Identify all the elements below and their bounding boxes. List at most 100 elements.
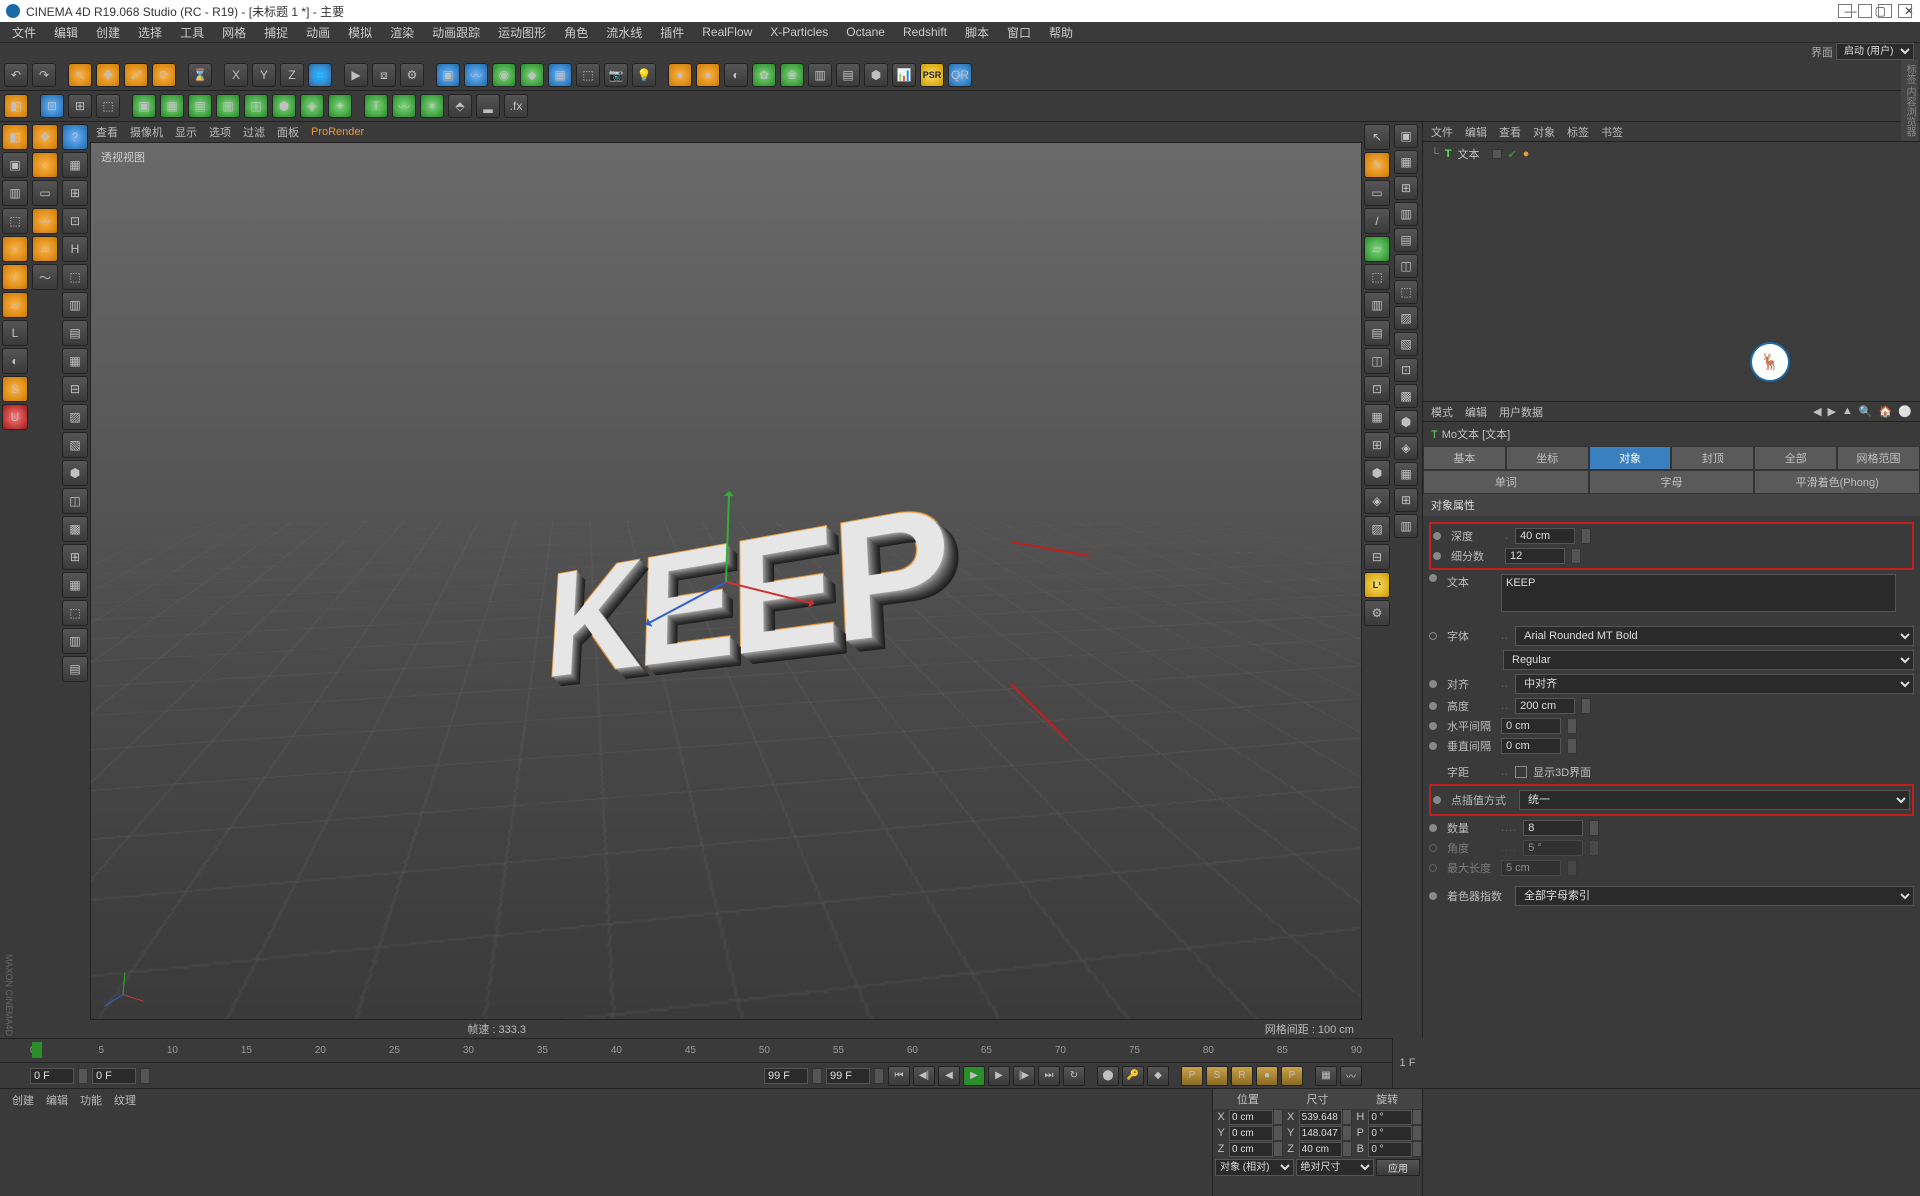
r12[interactable]: ⊞: [1364, 432, 1390, 458]
axis-icon[interactable]: L: [2, 320, 28, 346]
layout-select[interactable]: 启动 (用户): [1836, 43, 1914, 60]
nav-home-icon[interactable]: 🏠: [1879, 405, 1893, 418]
lock-y-icon[interactable]: Y: [252, 63, 276, 87]
range-start-input[interactable]: [92, 1068, 136, 1084]
prev-key-icon[interactable]: ◀|: [913, 1066, 935, 1086]
mat-tab[interactable]: 纹理: [114, 1092, 136, 1108]
visibility-icon[interactable]: ✔: [1508, 148, 1517, 161]
t5[interactable]: ⬚: [62, 264, 88, 290]
point-mode-icon[interactable]: •: [2, 236, 28, 262]
s3[interactable]: ⊞: [1394, 176, 1418, 200]
mograph-6-icon[interactable]: ⬢: [272, 94, 296, 118]
t6[interactable]: ▥: [62, 292, 88, 318]
poly-mode-icon[interactable]: ▱: [2, 292, 28, 318]
editable-icon[interactable]: ◧: [4, 94, 28, 118]
render-view-icon[interactable]: ▶: [344, 63, 368, 87]
t13[interactable]: ◫: [62, 488, 88, 514]
k3[interactable]: R: [1231, 1066, 1253, 1086]
menu-运动图形[interactable]: 运动图形: [490, 22, 554, 43]
nurbs-icon[interactable]: ◉: [492, 63, 516, 87]
dopesheet-icon[interactable]: ▦: [1315, 1066, 1337, 1086]
plugin-5-icon[interactable]: ❀: [780, 63, 804, 87]
next-key-icon[interactable]: |▶: [1013, 1066, 1035, 1086]
goto-end-icon[interactable]: ⏭: [1038, 1066, 1060, 1086]
plugin-3-icon[interactable]: ◐: [724, 63, 748, 87]
nav-search-icon[interactable]: 🔍: [1859, 405, 1873, 418]
pos-x-input[interactable]: [1229, 1110, 1273, 1125]
font-style-select[interactable]: Regular: [1503, 650, 1914, 670]
s11[interactable]: ▩: [1394, 384, 1418, 408]
align-select[interactable]: 中对齐: [1515, 674, 1914, 694]
show3d-checkbox[interactable]: [1515, 766, 1527, 778]
s15[interactable]: ⊞: [1394, 488, 1418, 512]
menu-角色[interactable]: 角色: [556, 22, 596, 43]
rotate-icon[interactable]: ⟳: [152, 63, 176, 87]
render-settings-icon[interactable]: ⚙: [400, 63, 424, 87]
text-3d-object[interactable]: KEEP: [541, 467, 954, 714]
mograph-7-icon[interactable]: ◈: [300, 94, 324, 118]
attr-menu[interactable]: 模式: [1431, 404, 1453, 420]
start-frame-input[interactable]: [30, 1068, 74, 1084]
edge-mode-icon[interactable]: /: [2, 264, 28, 290]
menu-脚本[interactable]: 脚本: [957, 22, 997, 43]
t11[interactable]: ▧: [62, 432, 88, 458]
menu-窗口[interactable]: 窗口: [999, 22, 1039, 43]
effector-icon[interactable]: ⬘: [448, 94, 472, 118]
magnet-icon[interactable]: U: [2, 404, 28, 430]
poly-select-icon[interactable]: ▱: [32, 236, 58, 262]
menu-模拟[interactable]: 模拟: [340, 22, 380, 43]
live-select-icon[interactable]: ○: [32, 152, 58, 178]
t16[interactable]: ▦: [62, 572, 88, 598]
spinner-icon[interactable]: [874, 1068, 884, 1084]
r10[interactable]: ⊡: [1364, 376, 1390, 402]
spinner-icon[interactable]: [1567, 718, 1577, 734]
plugin-7-icon[interactable]: ▤: [836, 63, 860, 87]
move-tool-icon[interactable]: ✥: [32, 124, 58, 150]
autokey-icon[interactable]: 🔑: [1122, 1066, 1144, 1086]
qr-icon[interactable]: QR: [948, 63, 972, 87]
spinner-icon[interactable]: [1581, 698, 1591, 714]
attr-tab[interactable]: 坐标: [1506, 446, 1589, 470]
lock-z-icon[interactable]: Z: [280, 63, 304, 87]
model-mode-icon[interactable]: ▣: [2, 152, 28, 178]
t15[interactable]: ⊞: [62, 544, 88, 570]
world-icon[interactable]: 🌐: [308, 63, 332, 87]
t17[interactable]: ⬚: [62, 600, 88, 626]
text-input[interactable]: KEEP: [1501, 574, 1896, 612]
tracer-icon[interactable]: 〰: [392, 94, 416, 118]
viewport[interactable]: 透视视图 KEEP: [90, 142, 1362, 1020]
pos-y-input[interactable]: [1229, 1126, 1273, 1141]
axis-gizmo[interactable]: [726, 581, 728, 583]
menu-RealFlow[interactable]: RealFlow: [694, 23, 760, 41]
redo-icon[interactable]: ↷: [32, 63, 56, 87]
vspace-input[interactable]: [1501, 738, 1561, 754]
s7[interactable]: ⬚: [1394, 280, 1418, 304]
menu-创建[interactable]: 创建: [88, 22, 128, 43]
vp-nav-icons[interactable]: [1838, 4, 1912, 18]
mograph-3-icon[interactable]: ▤: [188, 94, 212, 118]
spinner-icon[interactable]: [1567, 738, 1577, 754]
r5[interactable]: ▱: [1364, 236, 1390, 262]
menu-网格[interactable]: 网格: [214, 22, 254, 43]
prev-frame-icon[interactable]: ◀: [938, 1066, 960, 1086]
s4[interactable]: ▥: [1394, 202, 1418, 226]
phong-tag-icon[interactable]: ●: [1523, 148, 1530, 160]
t10[interactable]: ▨: [62, 404, 88, 430]
fcurve-icon[interactable]: 〰: [1340, 1066, 1362, 1086]
t14[interactable]: ▩: [62, 516, 88, 542]
move-icon[interactable]: ✥: [96, 63, 120, 87]
r1[interactable]: ↖: [1364, 124, 1390, 150]
r14[interactable]: ◈: [1364, 488, 1390, 514]
menu-Redshift[interactable]: Redshift: [895, 23, 955, 41]
font-select[interactable]: Arial Rounded MT Bold: [1515, 626, 1914, 646]
deformer-icon[interactable]: ▦: [548, 63, 572, 87]
s1[interactable]: ▣: [1394, 124, 1418, 148]
gear-icon[interactable]: ⚙: [1364, 600, 1390, 626]
material-manager[interactable]: 创建编辑功能纹理: [0, 1089, 1212, 1196]
lock-x-icon[interactable]: X: [224, 63, 248, 87]
spinner-icon[interactable]: [812, 1068, 822, 1084]
step-icon[interactable]: ▂: [476, 94, 500, 118]
scene-icon[interactable]: ⬚: [576, 63, 600, 87]
attr-menu[interactable]: 用户数据: [1499, 404, 1543, 420]
goto-start-icon[interactable]: ⏮: [888, 1066, 910, 1086]
